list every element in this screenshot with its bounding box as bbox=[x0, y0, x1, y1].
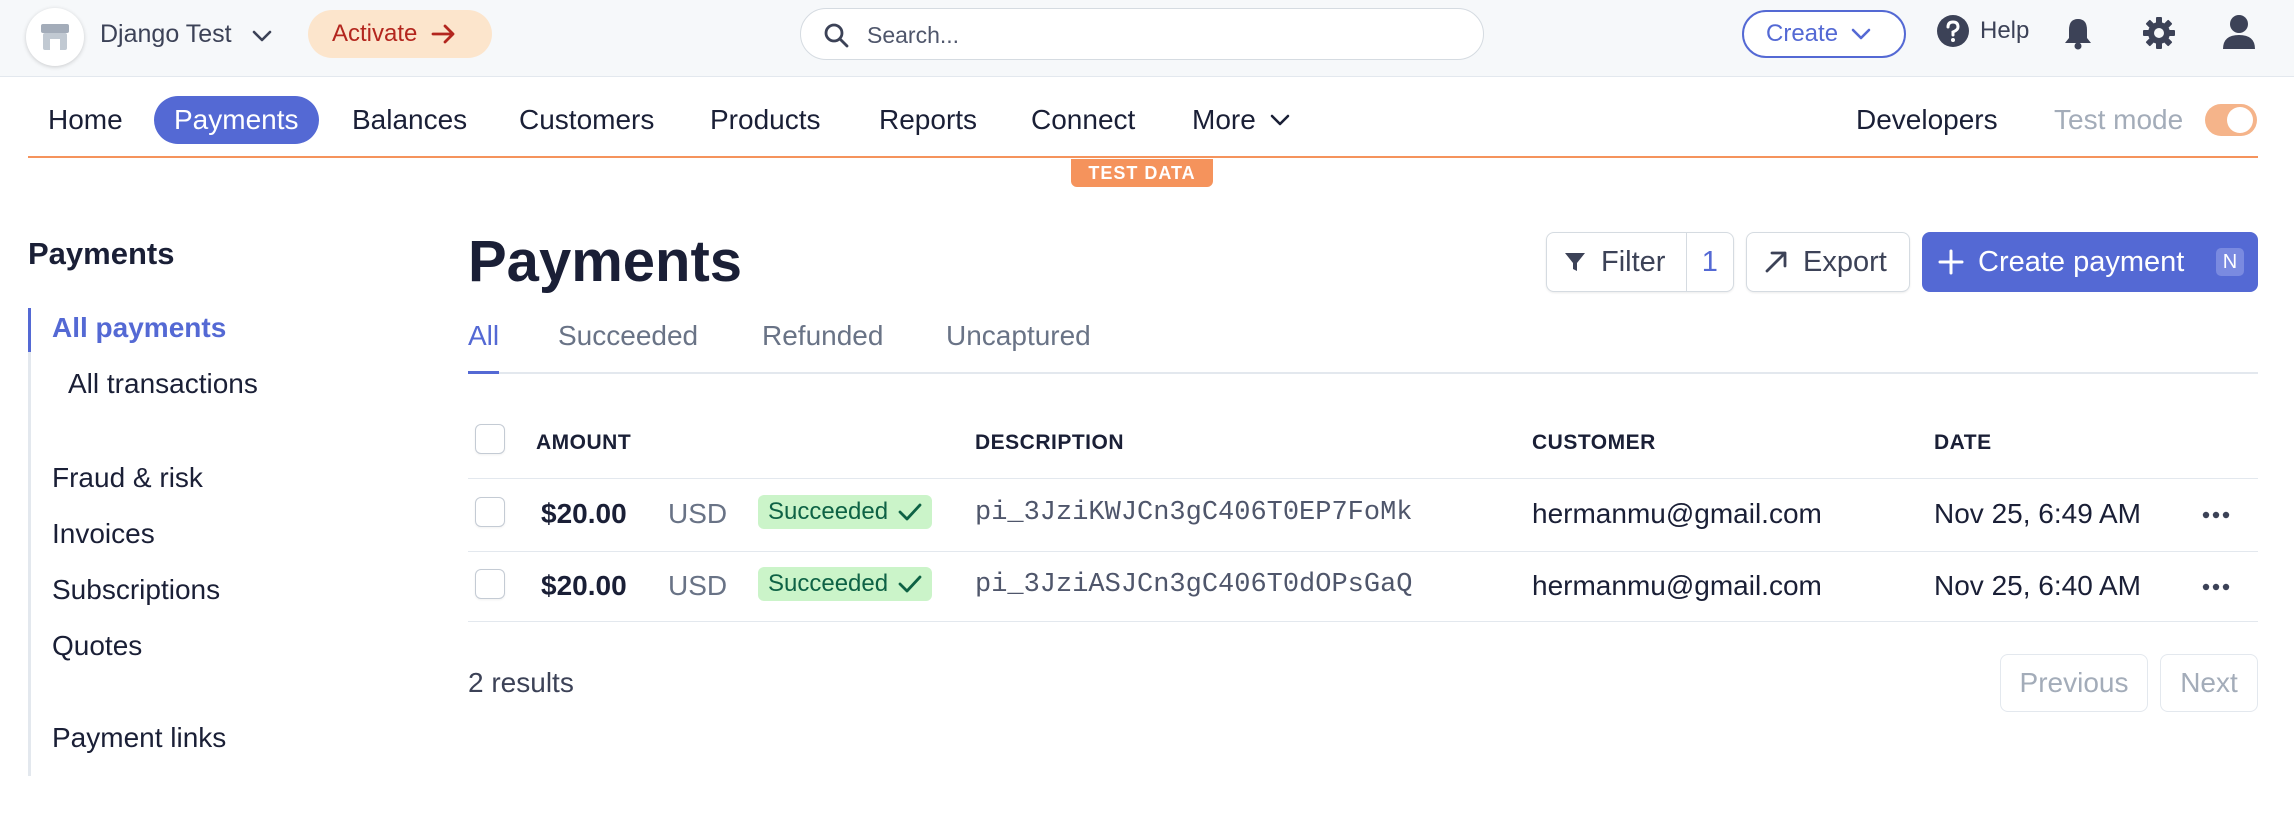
gear-icon[interactable] bbox=[2142, 16, 2176, 50]
chevron-down-icon[interactable] bbox=[250, 24, 274, 48]
table-divider bbox=[468, 551, 2258, 552]
tab-succeeded[interactable]: Succeeded bbox=[558, 320, 698, 374]
column-header-date[interactable]: DATE bbox=[1934, 431, 1992, 455]
tab-refunded[interactable]: Refunded bbox=[762, 320, 883, 374]
sidebar-item-fraud-risk[interactable]: Fraud & risk bbox=[52, 462, 203, 494]
account-logo[interactable] bbox=[26, 8, 84, 66]
filter-icon bbox=[1565, 253, 1585, 271]
table-divider bbox=[468, 478, 2258, 479]
create-label: Create bbox=[1766, 20, 1839, 47]
nav-balances[interactable]: Balances bbox=[332, 96, 487, 144]
test-data-badge: TEST DATA bbox=[1071, 159, 1213, 187]
filter-label-group: Filter bbox=[1547, 246, 1686, 279]
row-checkbox[interactable] bbox=[475, 497, 505, 527]
payment-tabs: All Succeeded Refunded Uncaptured bbox=[468, 316, 2258, 374]
arrow-up-right-icon bbox=[1765, 251, 1787, 273]
tab-uncaptured[interactable]: Uncaptured bbox=[946, 320, 1091, 374]
select-all-checkbox[interactable] bbox=[475, 424, 505, 454]
export-button[interactable]: Export bbox=[1746, 232, 1910, 292]
results-count: 2 results bbox=[468, 667, 574, 698]
more-options-icon[interactable] bbox=[2202, 511, 2230, 519]
filter-button[interactable]: Filter 1 bbox=[1546, 232, 1734, 292]
row-currency: USD bbox=[668, 570, 728, 601]
sidebar-item-subscriptions[interactable]: Subscriptions bbox=[52, 574, 220, 606]
keyboard-shortcut-badge: N bbox=[2216, 248, 2244, 276]
row-checkbox[interactable] bbox=[475, 569, 505, 599]
sidebar-item-all-payments[interactable]: All payments bbox=[52, 312, 226, 344]
help-label: Help bbox=[1980, 17, 2030, 44]
toggle-knob bbox=[2227, 107, 2253, 133]
activate-label: Activate bbox=[332, 20, 418, 47]
status-label: Succeeded bbox=[768, 498, 889, 525]
row-description[interactable]: pi_3JziASJCn3gC406T0dOPsGaQ bbox=[975, 570, 1412, 600]
sidebar-title: Payments bbox=[28, 236, 175, 271]
column-header-amount[interactable]: AMOUNT bbox=[536, 431, 631, 455]
activate-button[interactable]: Activate bbox=[308, 10, 492, 58]
filter-count: 1 bbox=[1685, 232, 1733, 292]
nav-products[interactable]: Products bbox=[690, 96, 841, 144]
create-payment-label: Create payment bbox=[1978, 245, 2185, 278]
row-date: Nov 25, 6:49 AM bbox=[1934, 498, 2142, 529]
more-options-icon[interactable] bbox=[2202, 583, 2230, 591]
row-date: Nov 25, 6:40 AM bbox=[1934, 570, 2142, 601]
status-badge: Succeeded bbox=[758, 495, 933, 529]
page-title: Payments bbox=[468, 229, 743, 294]
sidebar-item-quotes[interactable]: Quotes bbox=[52, 630, 142, 662]
next-button[interactable]: Next bbox=[2160, 654, 2258, 712]
arrow-right-icon bbox=[431, 24, 455, 44]
create-button[interactable]: Create bbox=[1742, 10, 1906, 58]
row-customer[interactable]: hermanmu@gmail.com bbox=[1532, 570, 1822, 602]
create-payment-button[interactable]: Create payment N bbox=[1922, 232, 2258, 292]
checkmark-icon bbox=[898, 503, 922, 521]
sidebar-item-invoices[interactable]: Invoices bbox=[52, 518, 155, 550]
sidebar-item-payment-links[interactable]: Payment links bbox=[52, 722, 226, 754]
test-mode-label: Test mode bbox=[2054, 104, 2184, 135]
previous-button[interactable]: Previous bbox=[2000, 654, 2148, 712]
test-mode-toggle[interactable] bbox=[2205, 104, 2257, 136]
plus-icon bbox=[1938, 249, 1964, 275]
status-label: Succeeded bbox=[768, 570, 889, 597]
column-header-customer[interactable]: CUSTOMER bbox=[1532, 431, 1656, 455]
search-icon bbox=[824, 23, 849, 48]
nav-reports[interactable]: Reports bbox=[859, 96, 997, 144]
help-icon bbox=[1937, 15, 1969, 47]
top-bar: Django Test Activate Create Help bbox=[0, 0, 2294, 77]
nav-home[interactable]: Home bbox=[28, 96, 143, 144]
filter-label: Filter bbox=[1601, 245, 1666, 278]
chevron-down-icon bbox=[1270, 114, 1290, 126]
sidebar-item-all-transactions[interactable]: All transactions bbox=[68, 368, 258, 400]
test-mode-line bbox=[28, 156, 2258, 158]
nav-customers[interactable]: Customers bbox=[499, 96, 674, 144]
nav-connect[interactable]: Connect bbox=[1011, 96, 1155, 144]
user-icon[interactable] bbox=[2222, 14, 2256, 50]
column-header-description[interactable]: DESCRIPTION bbox=[975, 431, 1124, 455]
search-bar[interactable] bbox=[800, 8, 1484, 60]
store-icon bbox=[41, 24, 69, 50]
table-divider bbox=[468, 621, 2258, 622]
sidebar-rail bbox=[28, 308, 31, 776]
chevron-down-icon bbox=[1851, 28, 1871, 40]
tab-all[interactable]: All bbox=[468, 320, 500, 374]
row-amount: $20.00 bbox=[541, 498, 627, 529]
main-nav: Home Payments Balances Customers Product… bbox=[28, 90, 2258, 158]
row-amount: $20.00 bbox=[541, 570, 627, 601]
status-badge: Succeeded bbox=[758, 567, 933, 601]
row-customer[interactable]: hermanmu@gmail.com bbox=[1532, 498, 1822, 530]
export-label: Export bbox=[1803, 245, 1887, 278]
sidebar-active-indicator bbox=[28, 308, 31, 352]
search-input[interactable] bbox=[867, 19, 1447, 51]
nav-payments[interactable]: Payments bbox=[154, 96, 319, 144]
bell-icon[interactable] bbox=[2062, 16, 2094, 50]
row-currency: USD bbox=[668, 498, 728, 529]
help-button[interactable]: Help bbox=[1936, 14, 2029, 48]
nav-more[interactable]: More bbox=[1172, 96, 1312, 144]
nav-developers[interactable]: Developers bbox=[1856, 96, 1998, 144]
nav-more-label: More bbox=[1192, 104, 1256, 135]
row-description[interactable]: pi_3JziKWJCn3gC406T0EP7FoMk bbox=[975, 498, 1412, 528]
account-name[interactable]: Django Test bbox=[100, 20, 232, 49]
checkmark-icon bbox=[898, 575, 922, 593]
